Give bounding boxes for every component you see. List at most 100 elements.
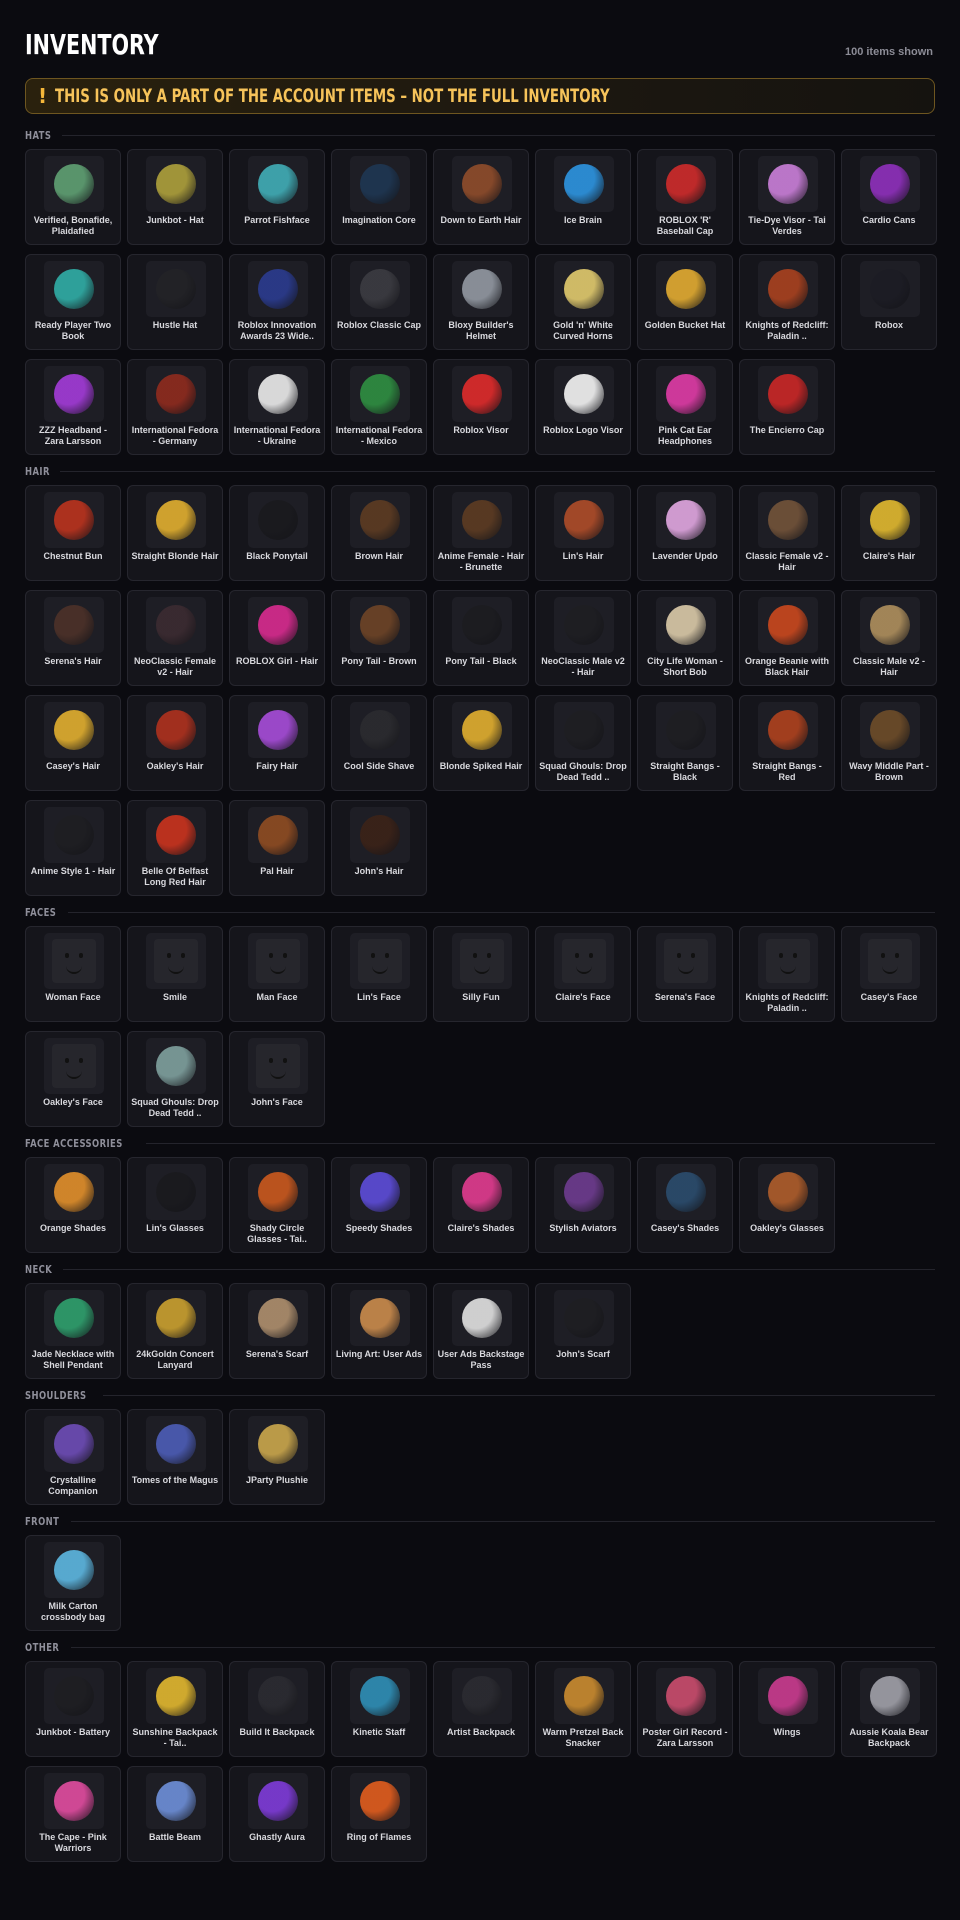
inventory-item[interactable]: Pony Tail - Brown	[331, 590, 427, 686]
inventory-item[interactable]: Serena's Hair	[25, 590, 121, 686]
inventory-item[interactable]: Lavender Updo	[637, 485, 733, 581]
inventory-item[interactable]: Claire's Shades	[433, 1157, 529, 1253]
inventory-item[interactable]: Anime Female - Hair - Brunette	[433, 485, 529, 581]
inventory-item[interactable]: Battle Beam	[127, 1766, 223, 1862]
inventory-item[interactable]: Classic Male v2 - Hair	[841, 590, 937, 686]
inventory-item[interactable]: Ready Player Two Book	[25, 254, 121, 350]
inventory-item[interactable]: Claire's Face	[535, 926, 631, 1022]
inventory-item[interactable]: International Fedora - Germany	[127, 359, 223, 455]
inventory-item[interactable]: Tomes of the Magus	[127, 1409, 223, 1505]
inventory-item[interactable]: Warm Pretzel Back Snacker	[535, 1661, 631, 1757]
inventory-item[interactable]: Junkbot - Battery	[25, 1661, 121, 1757]
inventory-item[interactable]: Roblox Logo Visor	[535, 359, 631, 455]
inventory-item[interactable]: Artist Backpack	[433, 1661, 529, 1757]
inventory-item[interactable]: User Ads Backstage Pass	[433, 1283, 529, 1379]
inventory-item[interactable]: Poster Girl Record - Zara Larsson	[637, 1661, 733, 1757]
inventory-item[interactable]: Ring of Flames	[331, 1766, 427, 1862]
inventory-item[interactable]: Ice Brain	[535, 149, 631, 245]
inventory-item[interactable]: Blonde Spiked Hair	[433, 695, 529, 791]
inventory-item[interactable]: Pal Hair	[229, 800, 325, 896]
inventory-item[interactable]: Verified, Bonafide, Plaidafied	[25, 149, 121, 245]
inventory-item[interactable]: Orange Beanie with Black Hair	[739, 590, 835, 686]
inventory-item[interactable]: Jade Necklace with Shell Pendant	[25, 1283, 121, 1379]
inventory-item[interactable]: The Cape - Pink Warriors	[25, 1766, 121, 1862]
inventory-item[interactable]: Living Art: User Ads	[331, 1283, 427, 1379]
inventory-item[interactable]: Aussie Koala Bear Backpack	[841, 1661, 937, 1757]
inventory-item[interactable]: Straight Blonde Hair	[127, 485, 223, 581]
inventory-item[interactable]: Shady Circle Glasses - Tai..	[229, 1157, 325, 1253]
inventory-item[interactable]: JParty Plushie	[229, 1409, 325, 1505]
inventory-item[interactable]: Anime Style 1 - Hair	[25, 800, 121, 896]
inventory-item[interactable]: Woman Face	[25, 926, 121, 1022]
inventory-item[interactable]: Silly Fun	[433, 926, 529, 1022]
inventory-item[interactable]: John's Face	[229, 1031, 325, 1127]
inventory-item[interactable]: Lin's Face	[331, 926, 427, 1022]
inventory-item[interactable]: Wavy Middle Part - Brown	[841, 695, 937, 791]
inventory-item[interactable]: Speedy Shades	[331, 1157, 427, 1253]
inventory-item[interactable]: NeoClassic Female v2 - Hair	[127, 590, 223, 686]
inventory-item[interactable]: Classic Female v2 - Hair	[739, 485, 835, 581]
inventory-item[interactable]: Claire's Hair	[841, 485, 937, 581]
inventory-item[interactable]: Ghastly Aura	[229, 1766, 325, 1862]
inventory-item[interactable]: Roblox Classic Cap	[331, 254, 427, 350]
inventory-item[interactable]: Knights of Redcliff: Paladin ..	[739, 926, 835, 1022]
inventory-item[interactable]: 24kGoldn Concert Lanyard	[127, 1283, 223, 1379]
inventory-item[interactable]: Knights of Redcliff: Paladin ..	[739, 254, 835, 350]
inventory-item[interactable]: Down to Earth Hair	[433, 149, 529, 245]
inventory-item[interactable]: Golden Bucket Hat	[637, 254, 733, 350]
inventory-item[interactable]: Roblox Visor	[433, 359, 529, 455]
inventory-item[interactable]: Black Ponytail	[229, 485, 325, 581]
inventory-item[interactable]: Cool Side Shave	[331, 695, 427, 791]
inventory-item[interactable]: The Encierro Cap	[739, 359, 835, 455]
inventory-item[interactable]: Sunshine Backpack - Tai..	[127, 1661, 223, 1757]
inventory-item[interactable]: Stylish Aviators	[535, 1157, 631, 1253]
inventory-item[interactable]: Bloxy Builder's Helmet	[433, 254, 529, 350]
inventory-item[interactable]: Casey's Hair	[25, 695, 121, 791]
inventory-item[interactable]: City Life Woman - Short Bob	[637, 590, 733, 686]
inventory-item[interactable]: Serena's Scarf	[229, 1283, 325, 1379]
inventory-item[interactable]: Orange Shades	[25, 1157, 121, 1253]
inventory-item[interactable]: Oakley's Face	[25, 1031, 121, 1127]
inventory-item[interactable]: John's Scarf	[535, 1283, 631, 1379]
inventory-item[interactable]: Tie-Dye Visor - Tai Verdes	[739, 149, 835, 245]
inventory-item[interactable]: Belle Of Belfast Long Red Hair	[127, 800, 223, 896]
inventory-item[interactable]: Junkbot - Hat	[127, 149, 223, 245]
inventory-item[interactable]: Kinetic Staff	[331, 1661, 427, 1757]
inventory-item[interactable]: Hustle Hat	[127, 254, 223, 350]
inventory-item[interactable]: Parrot Fishface	[229, 149, 325, 245]
inventory-item[interactable]: Lin's Hair	[535, 485, 631, 581]
inventory-item[interactable]: Pink Cat Ear Headphones	[637, 359, 733, 455]
inventory-item[interactable]: Roblox Innovation Awards 23 Wide..	[229, 254, 325, 350]
inventory-item[interactable]: Imagination Core	[331, 149, 427, 245]
inventory-item[interactable]: Pony Tail - Black	[433, 590, 529, 686]
inventory-item[interactable]: Oakley's Glasses	[739, 1157, 835, 1253]
inventory-item[interactable]: Serena's Face	[637, 926, 733, 1022]
inventory-item[interactable]: Chestnut Bun	[25, 485, 121, 581]
inventory-item[interactable]: Robox	[841, 254, 937, 350]
inventory-item[interactable]: ROBLOX Girl - Hair	[229, 590, 325, 686]
inventory-item[interactable]: Casey's Face	[841, 926, 937, 1022]
inventory-item[interactable]: Smile	[127, 926, 223, 1022]
inventory-item[interactable]: Squad Ghouls: Drop Dead Tedd ..	[535, 695, 631, 791]
inventory-item[interactable]: Build It Backpack	[229, 1661, 325, 1757]
inventory-item[interactable]: International Fedora - Ukraine	[229, 359, 325, 455]
inventory-item[interactable]: Cardio Cans	[841, 149, 937, 245]
inventory-item[interactable]: ZZZ Headband - Zara Larsson	[25, 359, 121, 455]
inventory-item[interactable]: Straight Bangs - Red	[739, 695, 835, 791]
inventory-item[interactable]: NeoClassic Male v2 - Hair	[535, 590, 631, 686]
inventory-item[interactable]: Fairy Hair	[229, 695, 325, 791]
inventory-item[interactable]: John's Hair	[331, 800, 427, 896]
inventory-item[interactable]: Milk Carton crossbody bag	[25, 1535, 121, 1631]
inventory-item[interactable]: Crystalline Companion	[25, 1409, 121, 1505]
inventory-item[interactable]: Straight Bangs - Black	[637, 695, 733, 791]
inventory-item[interactable]: ROBLOX 'R' Baseball Cap	[637, 149, 733, 245]
inventory-item[interactable]: Gold 'n' White Curved Horns	[535, 254, 631, 350]
inventory-item[interactable]: Lin's Glasses	[127, 1157, 223, 1253]
inventory-item[interactable]: Wings	[739, 1661, 835, 1757]
inventory-item[interactable]: International Fedora - Mexico	[331, 359, 427, 455]
inventory-item[interactable]: Oakley's Hair	[127, 695, 223, 791]
inventory-item[interactable]: Brown Hair	[331, 485, 427, 581]
inventory-item[interactable]: Man Face	[229, 926, 325, 1022]
inventory-item[interactable]: Casey's Shades	[637, 1157, 733, 1253]
inventory-item[interactable]: Squad Ghouls: Drop Dead Tedd ..	[127, 1031, 223, 1127]
